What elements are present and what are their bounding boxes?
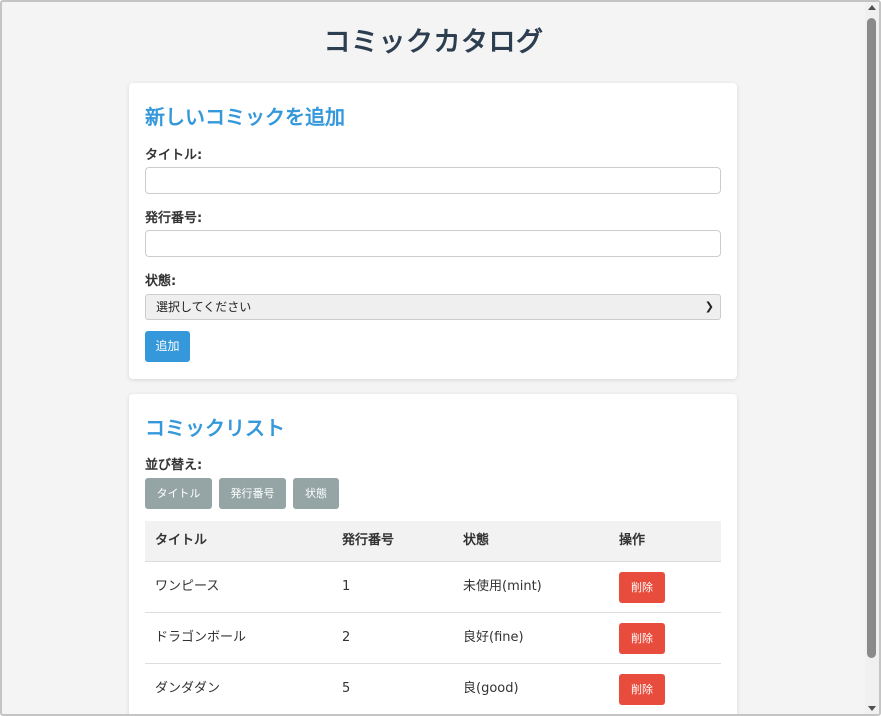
issue-number-input[interactable] <box>145 230 721 257</box>
browser-viewport: コミックカタログ 新しいコミックを追加 タイトル: 発行番号: 状態: 選択して… <box>0 0 881 716</box>
row-issue: 5 <box>342 681 351 696</box>
row-condition: 良(good) <box>463 681 519 696</box>
row-title: ワンピース <box>155 579 220 594</box>
sort-by-condition-button[interactable]: 状態 <box>293 478 339 509</box>
vertical-scrollbar[interactable] <box>865 2 879 714</box>
column-header-actions: 操作 <box>619 533 646 548</box>
chevron-down-icon: ❯ <box>704 300 714 313</box>
condition-select[interactable]: 選択してください ❯ <box>145 294 721 320</box>
add-comic-card: 新しいコミックを追加 タイトル: 発行番号: 状態: 選択してください ❯ 追加 <box>129 83 737 379</box>
table-header: タイトル 発行番号 状態 操作 <box>145 521 721 562</box>
title-label: タイトル: <box>145 148 203 163</box>
scroll-up-arrow-icon[interactable] <box>868 5 876 10</box>
scrollbar-thumb[interactable] <box>867 18 876 658</box>
scroll-down-arrow-icon[interactable] <box>868 706 876 711</box>
comic-list-heading: コミックリスト <box>145 416 285 440</box>
table-row: ダンダダン 5 良(good) 削除 <box>145 664 721 714</box>
delete-button[interactable]: 削除 <box>619 572 665 603</box>
row-issue: 2 <box>342 630 351 645</box>
delete-button[interactable]: 削除 <box>619 674 665 705</box>
sort-label: 並び替え: <box>145 458 203 473</box>
issue-number-label: 発行番号: <box>145 211 203 226</box>
column-header-issue: 発行番号 <box>342 533 395 548</box>
row-issue: 1 <box>342 579 351 594</box>
table-row: ワンピース 1 未使用(mint) 削除 <box>145 562 721 613</box>
column-header-condition: 状態 <box>463 533 490 548</box>
condition-label: 状態: <box>145 274 177 289</box>
page-title: コミックカタログ <box>323 27 544 58</box>
row-title: ダンダダン <box>155 681 221 696</box>
comic-list-card: コミックリスト 並び替え: タイトル 発行番号 状態 タイトル 発行番号 状態 … <box>129 394 737 714</box>
delete-button[interactable]: 削除 <box>619 623 665 654</box>
add-button[interactable]: 追加 <box>145 331 190 362</box>
sort-by-title-button[interactable]: タイトル <box>145 478 212 509</box>
comic-table: タイトル 発行番号 状態 操作 ワンピース 1 未使用(mint) 削除 ドラゴ… <box>145 521 721 714</box>
add-comic-heading: 新しいコミックを追加 <box>145 105 345 129</box>
column-header-title: タイトル <box>155 533 208 548</box>
row-condition: 未使用(mint) <box>463 579 542 594</box>
title-input[interactable] <box>145 167 721 194</box>
sort-by-issue-button[interactable]: 発行番号 <box>219 478 286 509</box>
table-row: ドラゴンボール 2 良好(fine) 削除 <box>145 613 721 664</box>
page-content: コミックカタログ 新しいコミックを追加 タイトル: 発行番号: 状態: 選択して… <box>2 2 865 714</box>
row-condition: 良好(fine) <box>463 630 524 645</box>
condition-select-value: 選択してください <box>156 300 252 314</box>
row-title: ドラゴンボール <box>155 630 247 645</box>
